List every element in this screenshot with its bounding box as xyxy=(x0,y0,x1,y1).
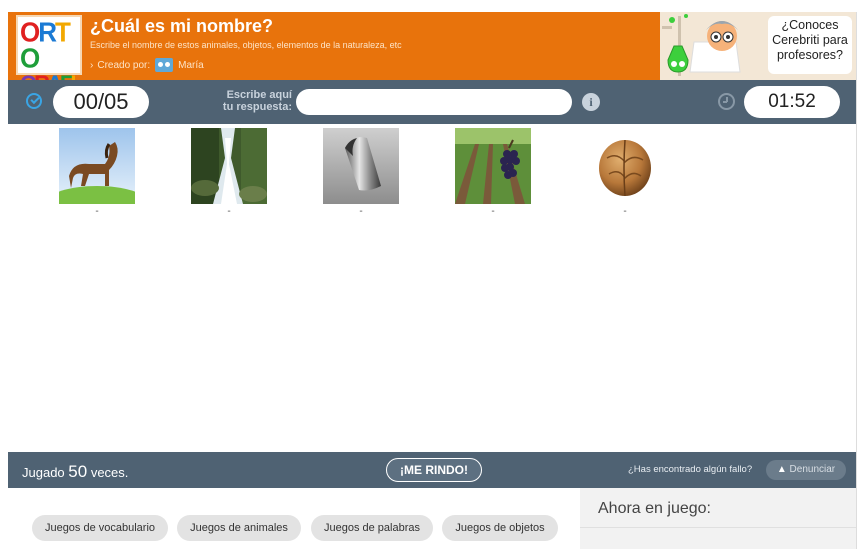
play-count: Jugado 50 veces. xyxy=(22,462,128,482)
report-label: Denunciar xyxy=(789,464,836,475)
game-title: ¿Cuál es mi nombre? xyxy=(90,16,274,36)
answer-slot-4: - xyxy=(491,206,495,217)
promo-banner[interactable]: ¿Conoces Cerebriti para profesores? xyxy=(660,12,856,80)
answer-slot-1: - xyxy=(95,206,99,217)
right-border xyxy=(856,12,857,549)
chevron-right-icon: › xyxy=(90,59,94,71)
picture-grapes xyxy=(455,128,531,204)
divider xyxy=(580,527,856,528)
give-up-button[interactable]: ¡ME RINDO! xyxy=(386,458,482,482)
page: ORTO GRAFIA ¿Cuál es mi nombre? Escribe … xyxy=(0,0,860,549)
play-count-prefix: Jugado xyxy=(22,465,65,480)
logo-row-1: ORTO xyxy=(20,16,71,74)
countdown-timer: 01:52 xyxy=(744,86,840,118)
answer-toolbar: 00/05 Escribe aquí tu respuesta: i 01:52 xyxy=(8,80,856,124)
bug-question: ¿Has encontrado algún fallo? xyxy=(628,464,753,475)
score-counter: 00/05 xyxy=(53,86,149,118)
promo-text: ¿Conoces Cerebriti para profesores? xyxy=(768,16,852,74)
chip-palabras[interactable]: Juegos de palabras xyxy=(311,515,433,541)
clock-icon xyxy=(718,93,735,110)
now-playing-panel: Ahora en juego: xyxy=(580,488,856,549)
picture-horse xyxy=(59,128,135,204)
answer-slot-5: - xyxy=(623,206,627,217)
footer: Juegos de vocabulario Juegos de animales… xyxy=(8,488,856,549)
creator-prefix: Creado por: xyxy=(97,59,151,71)
warning-triangle-icon: ▲ xyxy=(776,464,787,475)
ortografia-logo[interactable]: ORTO GRAFIA xyxy=(16,15,82,123)
status-bar: Jugado 50 veces. ¡ME RINDO! ¿Has encontr… xyxy=(8,452,856,488)
picture-waterfall xyxy=(191,128,267,204)
metal-sheet-image xyxy=(323,128,399,204)
creator-avatar[interactable] xyxy=(155,58,174,72)
creator-name[interactable]: María xyxy=(178,60,204,71)
horse-image xyxy=(59,128,135,204)
scientist-illustration xyxy=(660,12,760,80)
creator-line: › Creado por: María xyxy=(90,58,204,72)
chip-vocabulario[interactable]: Juegos de vocabulario xyxy=(32,515,168,541)
answer-input[interactable] xyxy=(296,89,572,115)
waterfall-image xyxy=(191,128,267,204)
play-count-number: 50 xyxy=(68,462,88,481)
now-playing-title: Ahora en juego: xyxy=(598,500,711,517)
answer-slot-3: - xyxy=(359,206,363,217)
check-circle-icon xyxy=(26,93,42,109)
info-icon[interactable]: i xyxy=(582,93,600,111)
grapes-vineyard-image xyxy=(455,128,531,204)
play-count-suffix: veces. xyxy=(90,465,129,480)
game-header: ORTO GRAFIA ¿Cuál es mi nombre? Escribe … xyxy=(8,12,856,123)
picture-walnut xyxy=(587,128,663,204)
walnut-image xyxy=(587,128,663,204)
answer-slot-2: - xyxy=(227,206,231,217)
chip-objetos[interactable]: Juegos de objetos xyxy=(442,515,558,541)
answer-label: Escribe aquí tu respuesta: xyxy=(222,89,292,113)
picture-metal-sheet xyxy=(323,128,399,204)
chip-animales[interactable]: Juegos de animales xyxy=(177,515,301,541)
game-board: - - - - - xyxy=(8,124,856,452)
game-subtitle: Escribe el nombre de estos animales, obj… xyxy=(90,40,402,50)
report-button[interactable]: ▲ Denunciar xyxy=(766,460,846,480)
